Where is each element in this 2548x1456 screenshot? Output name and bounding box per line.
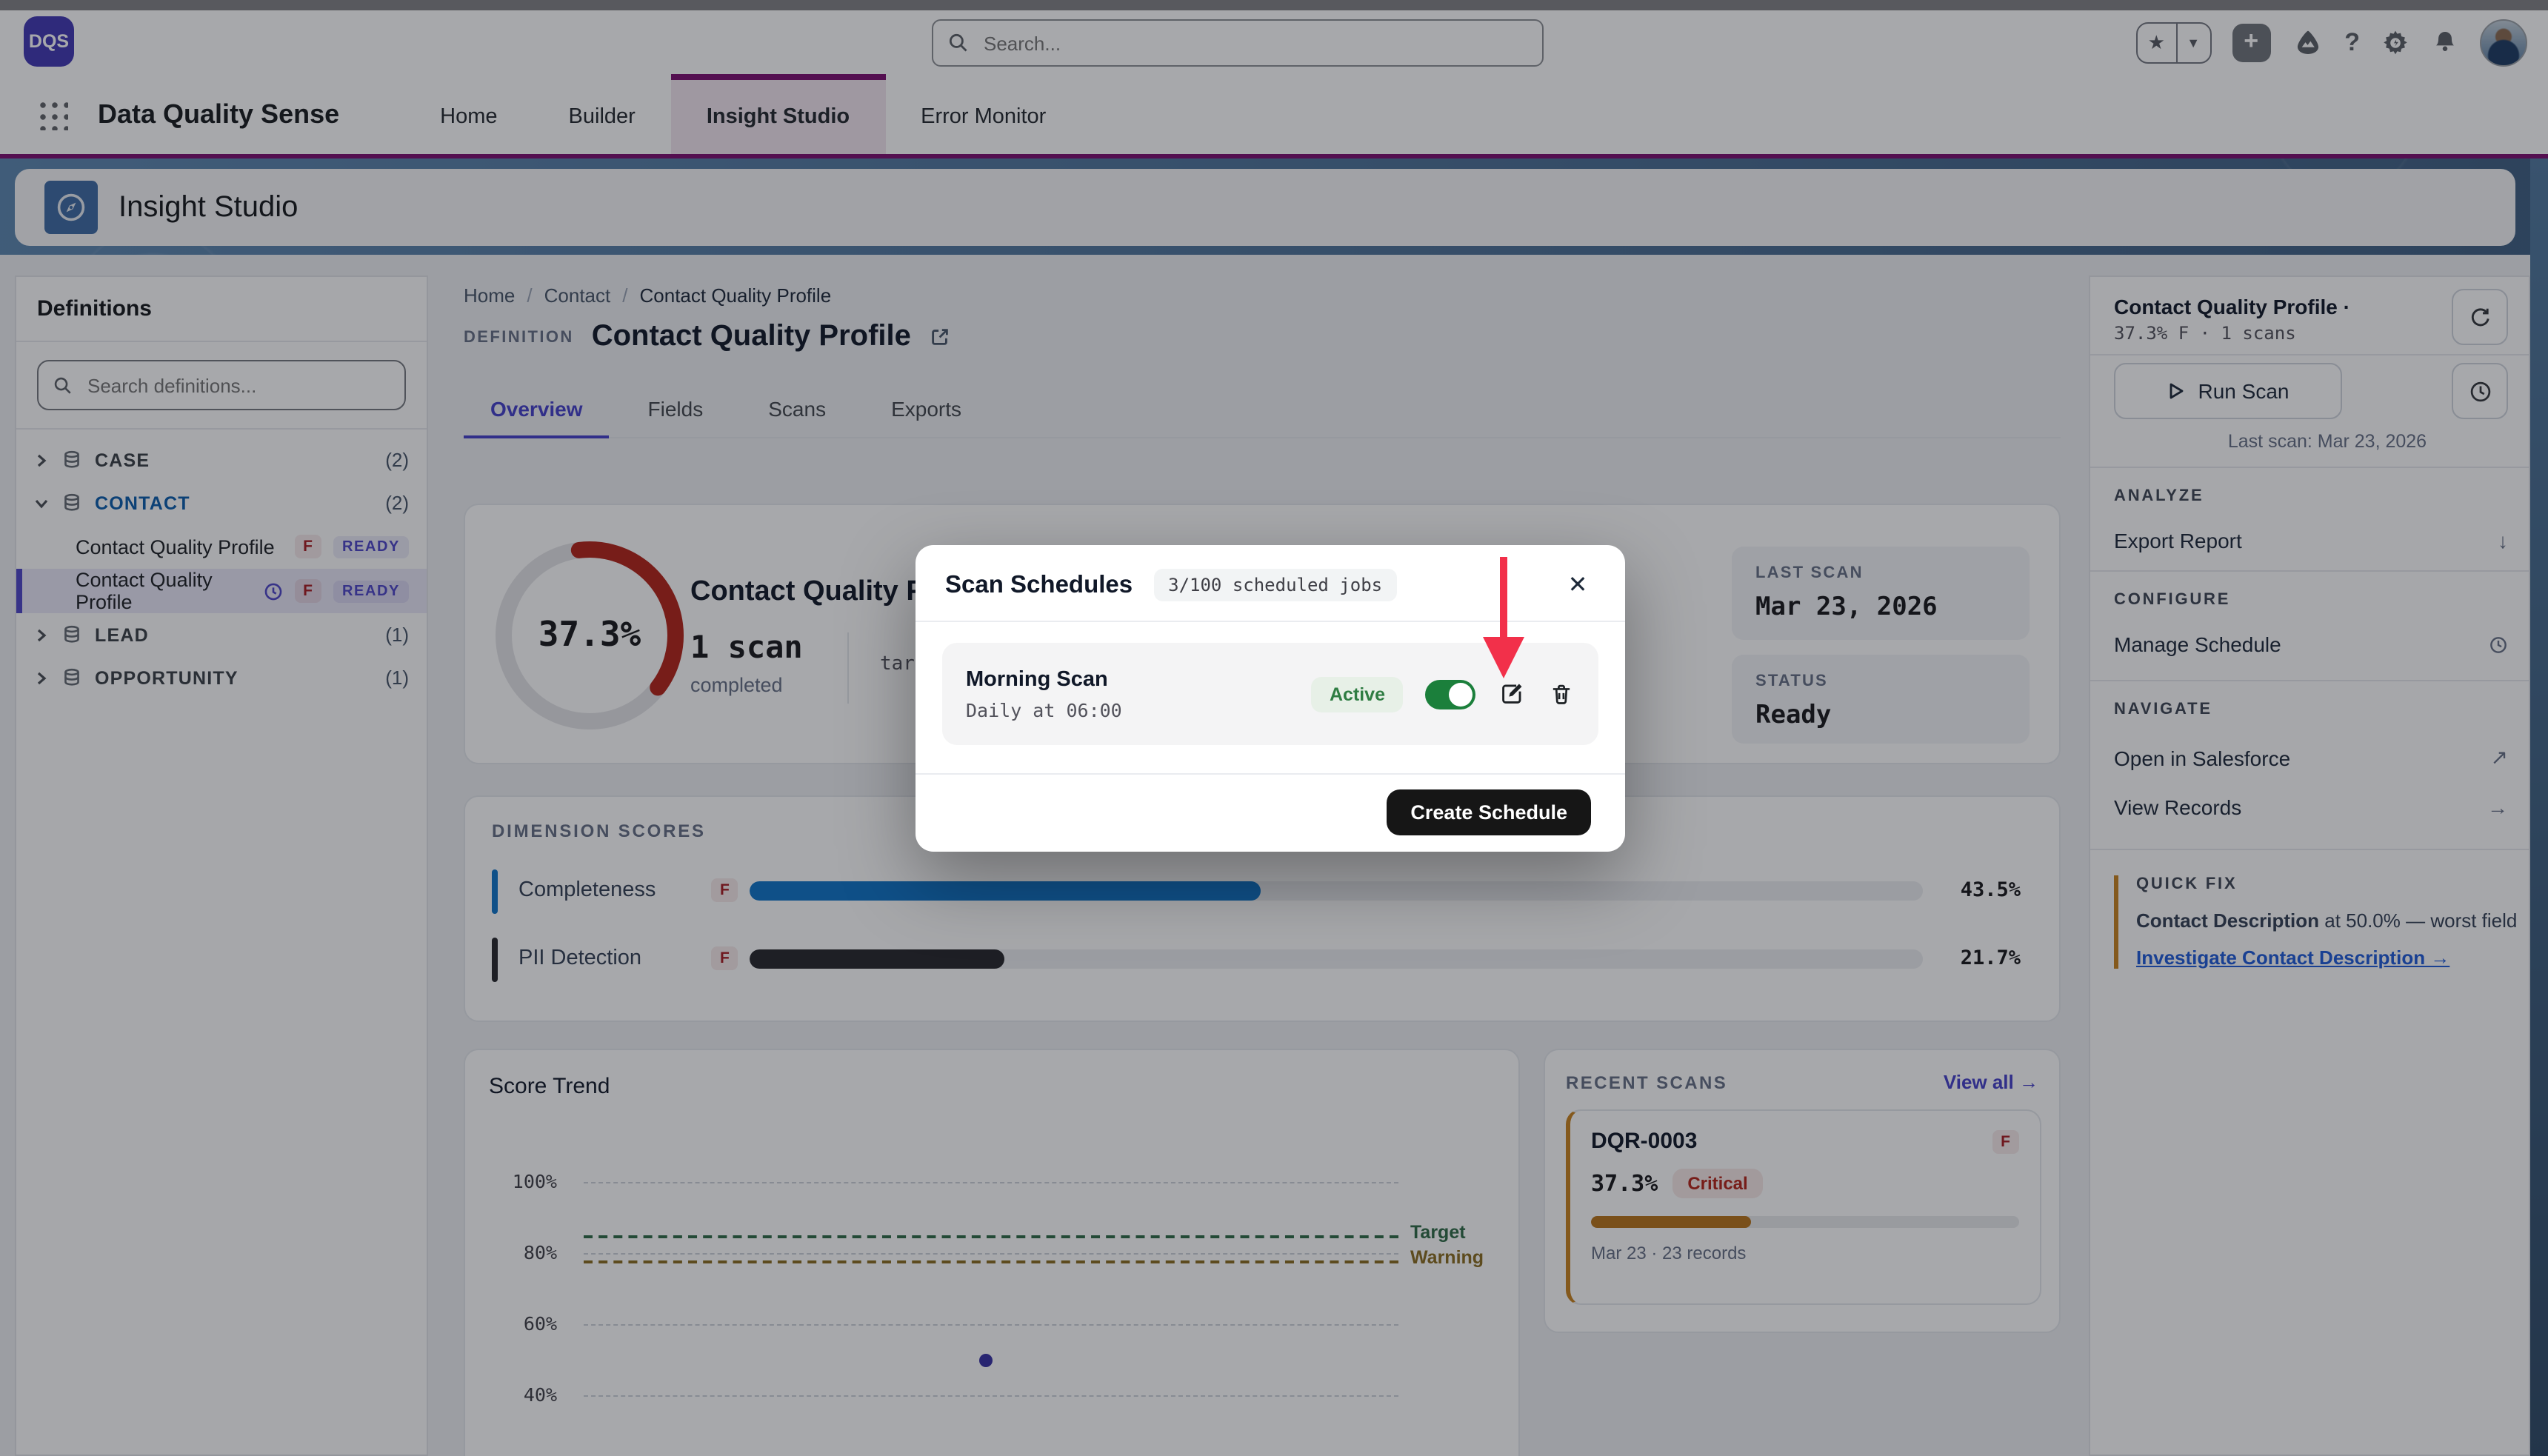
insight-studio-page: DQS ★ ▼ + ? D (0, 0, 2548, 1456)
schedule-toggle[interactable] (1425, 679, 1475, 709)
red-arrow-annotation (1474, 554, 1533, 684)
create-schedule-button[interactable]: Create Schedule (1387, 789, 1591, 835)
active-badge: Active (1312, 676, 1403, 712)
trash-icon[interactable] (1548, 681, 1575, 707)
modal-title: Scan Schedules (945, 571, 1133, 599)
schedule-time: Daily at 06:00 (966, 698, 1122, 721)
schedule-name: Morning Scan (966, 667, 1122, 691)
scheduled-jobs-badge: 3/100 scheduled jobs (1153, 569, 1397, 601)
close-icon[interactable]: ✕ (1560, 567, 1595, 603)
